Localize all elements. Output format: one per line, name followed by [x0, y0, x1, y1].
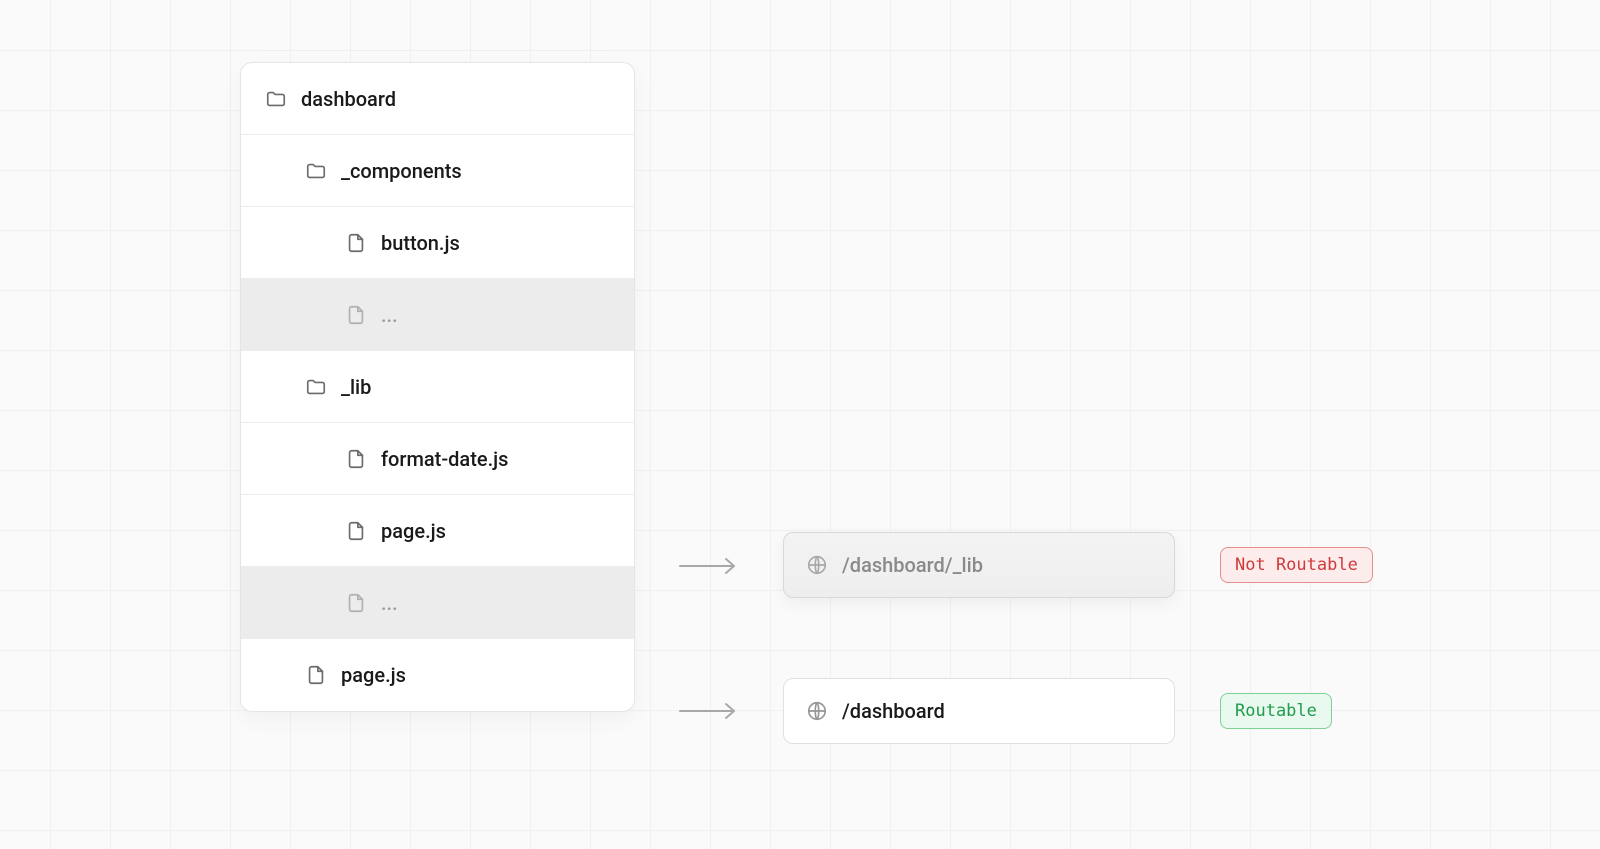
file-icon	[345, 232, 367, 254]
globe-icon	[806, 700, 828, 722]
folder-icon	[265, 88, 287, 110]
route-routable: /dashboard	[783, 678, 1175, 744]
tree-row-format-date: format-date.js	[241, 423, 634, 495]
route-not-routable: /dashboard/_lib	[783, 532, 1175, 598]
tree-row-root-page: page.js	[241, 639, 634, 711]
file-icon	[305, 664, 327, 686]
route-path: /dashboard	[842, 699, 945, 723]
folder-icon	[305, 160, 327, 182]
route-path: /dashboard/_lib	[842, 553, 983, 577]
tree-row-dashboard: dashboard	[241, 63, 634, 135]
badge-routable: Routable	[1220, 693, 1332, 729]
tree-label: format-date.js	[381, 447, 508, 471]
tree-row-button-js: button.js	[241, 207, 634, 279]
file-icon	[345, 520, 367, 542]
file-icon	[345, 304, 367, 326]
badge-not-routable: Not Routable	[1220, 547, 1373, 583]
globe-icon	[806, 554, 828, 576]
folder-icon	[305, 376, 327, 398]
file-icon	[345, 592, 367, 614]
tree-row-lib-page: page.js	[241, 495, 634, 567]
tree-label: ...	[381, 303, 398, 327]
tree-label: page.js	[341, 663, 406, 687]
tree-row-components: _components	[241, 135, 634, 207]
arrow-icon	[678, 700, 740, 722]
tree-row-more: ...	[241, 279, 634, 351]
arrow-icon	[678, 555, 740, 577]
tree-label: _lib	[341, 375, 371, 399]
tree-row-lib: _lib	[241, 351, 634, 423]
tree-label: page.js	[381, 519, 446, 543]
file-icon	[345, 448, 367, 470]
tree-label: dashboard	[301, 87, 396, 111]
tree-label: button.js	[381, 231, 460, 255]
tree-label: _components	[341, 159, 462, 183]
tree-label: ...	[381, 591, 398, 615]
file-tree-panel: dashboard _components button.js ... _lib…	[240, 62, 635, 712]
tree-row-more: ...	[241, 567, 634, 639]
